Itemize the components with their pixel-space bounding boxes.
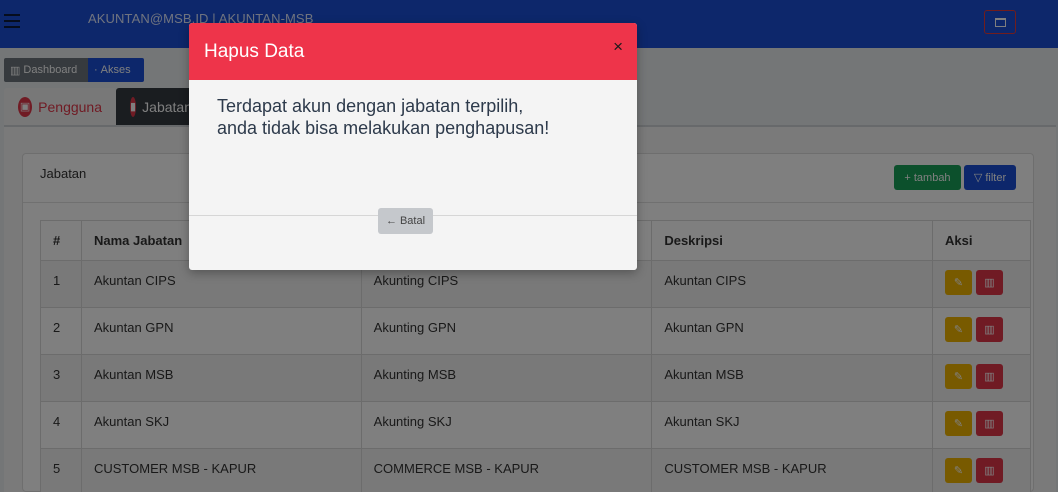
modal-message: Terdapat akun dengan jabatan terpilih, a… (217, 96, 550, 138)
modal-title: Hapus Data (204, 41, 305, 62)
arrow-left-icon: ← (385, 215, 397, 227)
close-icon[interactable]: × (613, 37, 623, 57)
batal-label: Batal (399, 215, 426, 227)
modal-header: Hapus Data × (189, 23, 637, 80)
modal-body: Terdapat akun dengan jabatan terpilih, a… (189, 80, 637, 216)
batal-button[interactable]: ← Batal (378, 208, 433, 234)
